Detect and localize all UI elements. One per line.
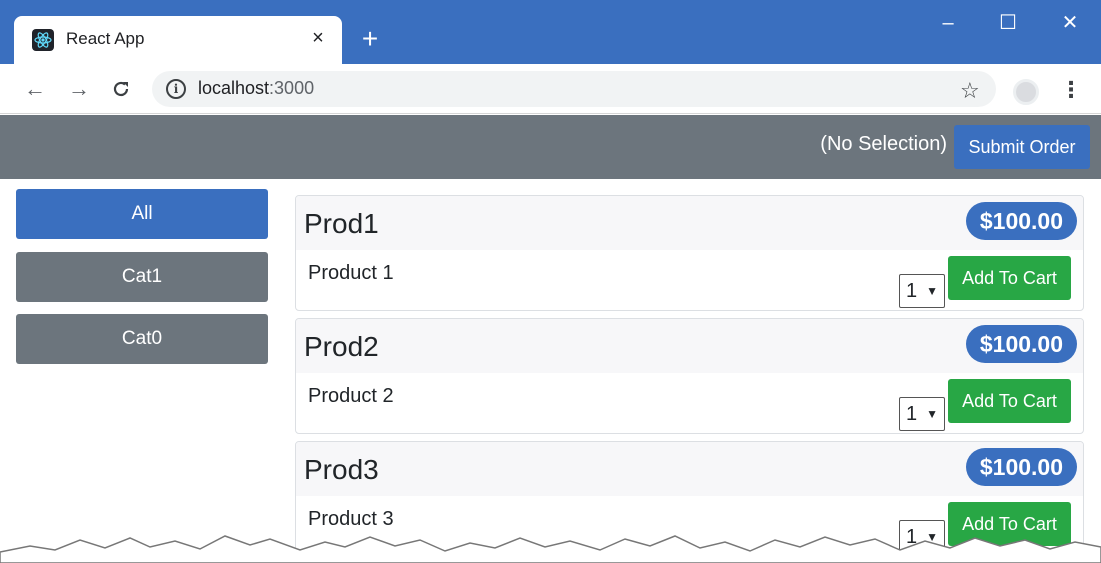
react-logo-icon [32, 29, 54, 51]
product-card-header [296, 442, 1083, 496]
forward-arrow-icon[interactable]: → [64, 74, 94, 104]
url-text: localhost:3000 [198, 78, 315, 98]
tab-close-icon[interactable]: × [306, 26, 330, 50]
category-button-all[interactable]: All [16, 189, 268, 239]
product-card-header [296, 319, 1083, 373]
browser-toolbar: ← → i localhost:3000 ☆ ⋮ [0, 64, 1101, 114]
price-badge: $100.00 [965, 202, 1077, 240]
add-to-cart-button[interactable]: Add To Cart [948, 256, 1071, 300]
product-name: Prod2 [304, 331, 379, 362]
new-tab-button[interactable]: + [356, 25, 384, 54]
product-card-header [296, 196, 1083, 250]
price-badge: $100.00 [965, 448, 1077, 486]
dropdown-caret-icon: ▼ [926, 284, 938, 298]
product-card: Prod2 $100.00 Product 2 1 ▼ Add To Cart [295, 318, 1084, 434]
maximize-icon[interactable]: ☐ [988, 8, 1028, 40]
add-to-cart-button[interactable]: Add To Cart [948, 379, 1071, 423]
browser-titlebar: React App × + – ☐ ✕ [0, 0, 1101, 64]
site-info-icon[interactable]: i [166, 79, 186, 99]
address-bar[interactable]: i localhost:3000 [152, 71, 996, 107]
quantity-select[interactable]: 1 ▼ [899, 397, 945, 431]
dropdown-caret-icon: ▼ [926, 407, 938, 421]
tab-title: React App [66, 29, 145, 48]
torn-paper-edge [0, 535, 1101, 563]
quantity-select[interactable]: 1 ▼ [899, 274, 945, 308]
category-button-cat1[interactable]: Cat1 [16, 252, 268, 302]
window-close-icon[interactable]: ✕ [1050, 8, 1090, 40]
submit-order-button[interactable]: Submit Order [954, 125, 1090, 169]
browser-tab[interactable]: React App × [14, 16, 342, 64]
minimize-icon[interactable]: – [928, 8, 968, 40]
reload-icon[interactable] [106, 74, 136, 104]
product-card: Prod1 $100.00 Product 1 1 ▼ Add To Cart [295, 195, 1084, 311]
bookmark-star-icon[interactable]: ☆ [960, 78, 980, 104]
kebab-menu-icon[interactable]: ⋮ [1060, 77, 1082, 103]
back-arrow-icon[interactable]: ← [20, 74, 50, 104]
product-name: Prod3 [304, 454, 379, 485]
profile-avatar-icon[interactable] [1013, 79, 1039, 105]
product-description: Product 2 [308, 385, 394, 407]
selection-status: (No Selection) [820, 133, 947, 155]
app-navbar: (No Selection) Submit Order [0, 115, 1101, 179]
product-description: Product 1 [308, 262, 394, 284]
category-button-cat0[interactable]: Cat0 [16, 314, 268, 364]
price-badge: $100.00 [965, 325, 1077, 363]
product-name: Prod1 [304, 208, 379, 239]
